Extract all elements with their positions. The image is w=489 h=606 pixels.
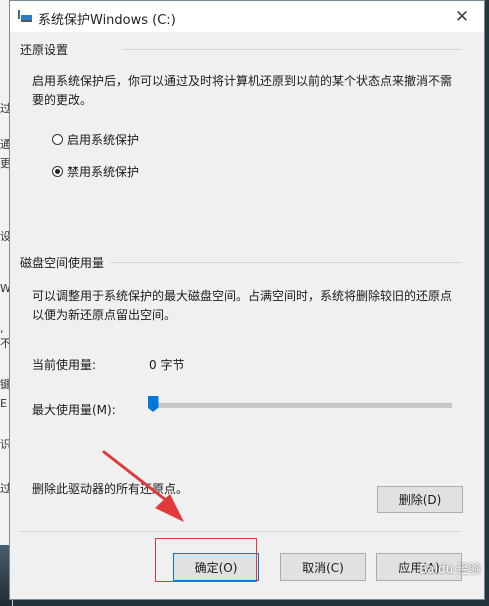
- disk-description: 可以调整用于系统保护的最大磁盘空间。占满空间时，系统将删除较旧的还原点以便为新还…: [32, 289, 453, 322]
- cancel-button[interactable]: 取消(C): [280, 553, 366, 581]
- title-bar[interactable]: 系统保护Windows (C:) ✕: [10, 1, 484, 32]
- enable-protection-option[interactable]: 启用系统保护: [52, 131, 139, 148]
- delete-button-label: 删除(D): [398, 493, 442, 507]
- footer-divider: [18, 531, 462, 532]
- max-usage-label: 最大使用量(M):: [32, 403, 116, 417]
- cancel-button-label: 取消(C): [302, 560, 344, 575]
- restore-description: 启用系统保护后，你可以通过及时将计算机还原到以前的某个状态点来撤消不需要的更改。: [32, 74, 453, 107]
- computer-icon: [18, 10, 32, 22]
- close-icon: ✕: [454, 6, 470, 27]
- max-usage-slider-thumb[interactable]: [147, 396, 159, 412]
- watermark: Baidu 经验: [419, 562, 481, 576]
- restore-settings-title: 还原设置: [20, 41, 75, 58]
- close-button[interactable]: ✕: [440, 1, 484, 32]
- radio-unchecked-icon[interactable]: [52, 134, 63, 145]
- ok-button-label: 确定(O): [194, 560, 238, 575]
- ok-button[interactable]: 确定(O): [173, 553, 259, 581]
- disk-usage-title: 磁盘空间使用量: [20, 254, 111, 271]
- disable-protection-option[interactable]: 禁用系统保护: [52, 163, 139, 180]
- enable-protection-label: 启用系统保护: [67, 133, 140, 147]
- current-usage-value: 0 字节: [149, 358, 185, 372]
- dialog-title: 系统保护Windows (C:): [38, 13, 176, 28]
- delete-button[interactable]: 删除(D): [377, 486, 463, 513]
- current-usage-label: 当前使用量:: [32, 358, 97, 372]
- delete-description: 删除此驱动器的所有还原点。: [32, 482, 189, 496]
- disable-protection-label: 禁用系统保护: [67, 165, 140, 179]
- system-protection-dialog: 系统保护Windows (C:) ✕ 还原设置 启用系统保护后，你可以通过及时将…: [9, 0, 485, 600]
- background-text: E: [0, 397, 7, 410]
- radio-checked-icon[interactable]: [52, 166, 63, 177]
- section-divider: [122, 49, 462, 50]
- max-usage-slider-track[interactable]: [155, 403, 452, 408]
